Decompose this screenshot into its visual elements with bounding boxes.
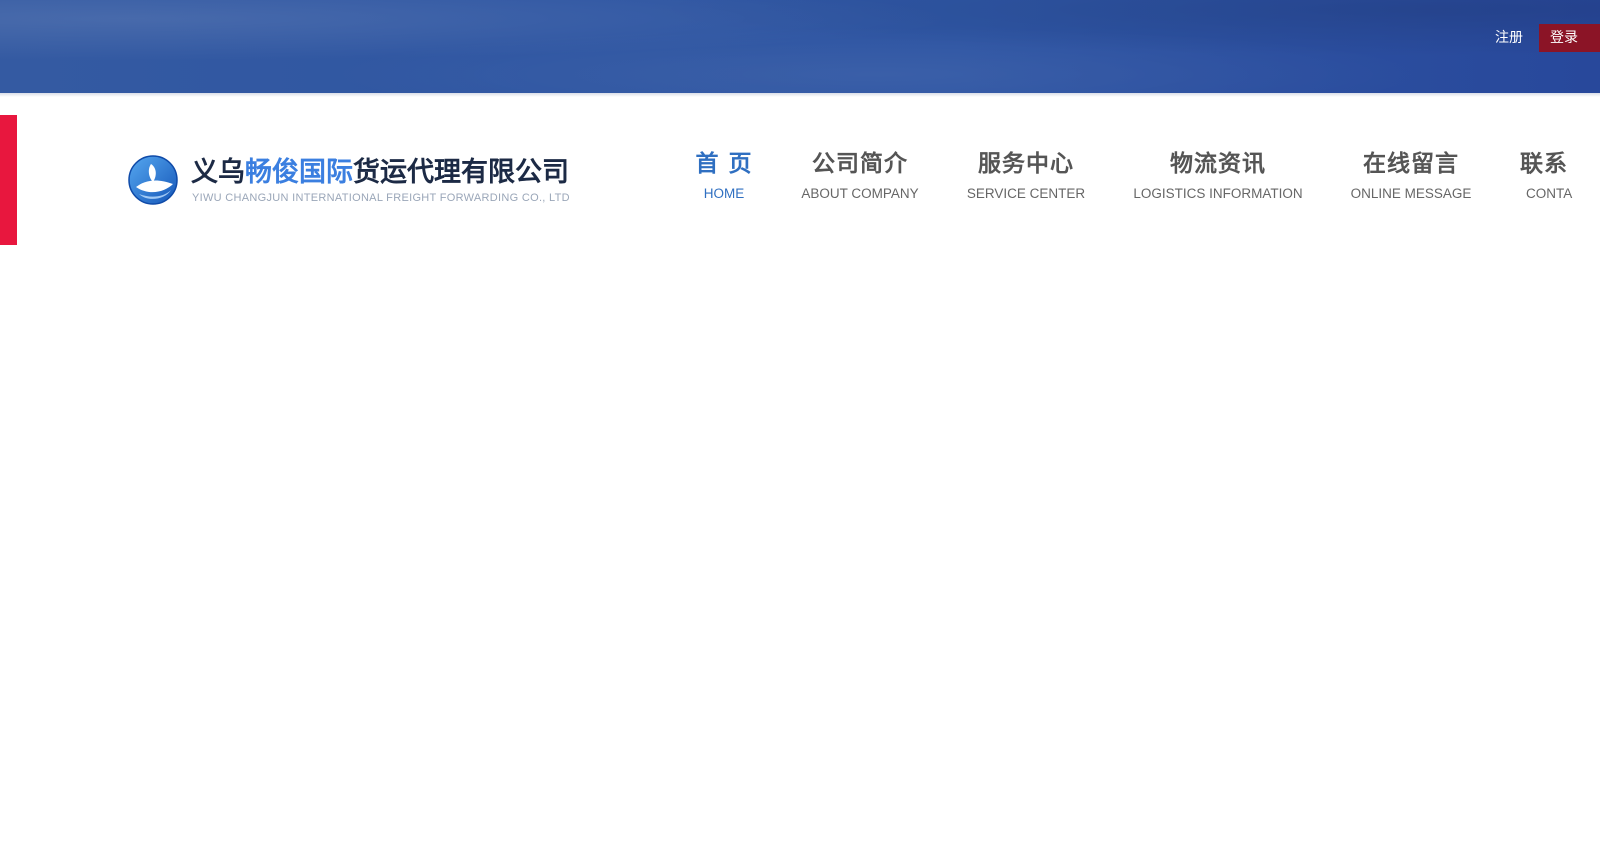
nav-item-label-en: ONLINE MESSAGE xyxy=(1350,186,1472,201)
nav-item-label-cn: 联系 xyxy=(1520,151,1568,177)
nav-item-label-en: HOME xyxy=(703,186,745,201)
nav-item-logistics-information[interactable]: 物流资讯 LOGISTICS INFORMATION xyxy=(1133,148,1302,202)
nav-item-home[interactable]: 首 页 HOME xyxy=(695,148,752,202)
nav-item-label-en: CONTA xyxy=(1526,186,1573,201)
register-link[interactable]: 注册 xyxy=(1495,27,1523,49)
nav-item-about-company[interactable]: 公司简介 ABOUT COMPANY xyxy=(801,148,918,202)
nav-item-label-en: SERVICE CENTER xyxy=(966,186,1086,201)
nav-item-label-cn: 公司简介 xyxy=(812,151,908,177)
nav-item-service-center[interactable]: 服务中心 SERVICE CENTER xyxy=(967,148,1085,202)
nav-item-contact[interactable]: 联系 CONTA xyxy=(1520,148,1572,202)
main-nav: 首 页 HOME 公司简介 ABOUT COMPANY 服务中心 SERVICE… xyxy=(0,148,1600,218)
login-button[interactable]: 登录 xyxy=(1539,24,1600,52)
nav-item-label-cn: 物流资讯 xyxy=(1169,151,1266,177)
page: 注册 登录 义乌畅俊国际货运代理有限公司 YIWU CHANGJUN INTER… xyxy=(0,0,1600,866)
nav-item-label-cn: 在线留言 xyxy=(1362,151,1459,177)
nav-item-label-cn: 首 页 xyxy=(695,151,753,177)
top-bar: 注册 登录 xyxy=(0,0,1600,93)
nav-item-label-en: LOGISTICS INFORMATION xyxy=(1133,186,1303,201)
nav-item-label-en: ABOUT COMPANY xyxy=(801,186,919,201)
top-bar-shadow xyxy=(0,93,1600,97)
nav-item-online-message[interactable]: 在线留言 ONLINE MESSAGE xyxy=(1351,148,1472,202)
nav-item-label-cn: 服务中心 xyxy=(978,151,1074,177)
